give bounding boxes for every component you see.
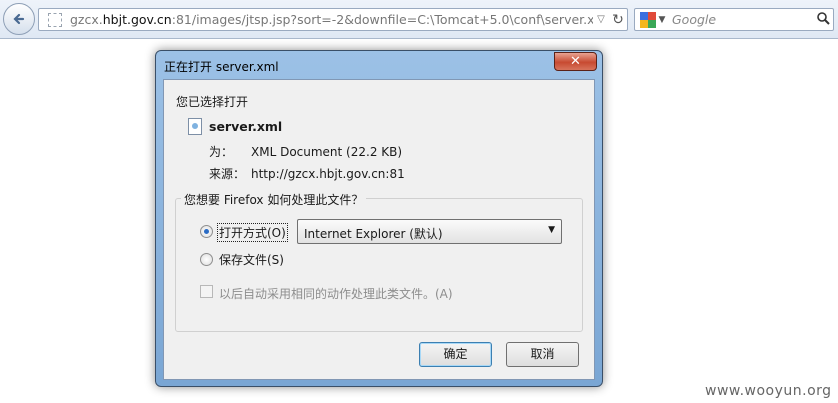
- file-source-row: 来源： http://gzcx.hbjt.gov.cn:81: [209, 165, 405, 182]
- file-type-row: 为： XML Document (22.2 KB): [209, 143, 402, 160]
- dropdown-icon[interactable]: ▽: [593, 14, 609, 25]
- type-key: 为：: [209, 145, 234, 159]
- cancel-button[interactable]: 取消: [506, 342, 579, 367]
- back-button[interactable]: [3, 3, 35, 35]
- open-file-dialog: 正在打开 server.xml ✕ 您已选择打开 server.xml 为： XM…: [155, 50, 603, 387]
- remember-checkbox[interactable]: [200, 285, 213, 298]
- site-icon: [48, 12, 62, 27]
- save-file-radio[interactable]: [200, 253, 213, 266]
- xml-file-icon: [188, 118, 202, 135]
- address-bar[interactable]: gzcx.hbjt.gov.cn:81/images/jtsp.jsp?sort…: [38, 8, 628, 31]
- dialog-title: 正在打开 server.xml: [164, 60, 279, 74]
- file-name: server.xml: [209, 119, 283, 134]
- dialog-body: 您已选择打开 server.xml 为： XML Document (22.2 K…: [163, 79, 595, 380]
- action-question: 您想要 Firefox 如何处理此文件？: [181, 191, 367, 208]
- watermark: www.wooyun.org: [705, 383, 832, 399]
- save-file-label[interactable]: 保存文件(S): [219, 251, 284, 268]
- search-engine-dropdown-icon[interactable]: ▼: [656, 15, 668, 25]
- type-value: XML Document (22.2 KB): [251, 145, 403, 159]
- dialog-titlebar[interactable]: 正在打开 server.xml ✕: [156, 51, 602, 79]
- remember-label[interactable]: 以后自动采用相同的动作处理此类文件。(A): [219, 285, 453, 302]
- reload-icon[interactable]: ↻: [609, 12, 627, 28]
- ok-button[interactable]: 确定: [419, 342, 492, 367]
- open-with-radio[interactable]: [200, 225, 213, 238]
- close-button[interactable]: ✕: [554, 52, 597, 71]
- opening-label: 您已选择打开: [176, 95, 249, 109]
- search-icon[interactable]: [813, 11, 833, 28]
- google-icon[interactable]: [640, 11, 656, 28]
- open-with-label[interactable]: 打开方式(O): [217, 223, 288, 242]
- source-value: http://gzcx.hbjt.gov.cn:81: [251, 167, 405, 181]
- search-bar[interactable]: ▼ Google: [634, 8, 834, 31]
- application-value: Internet Explorer (默认): [304, 227, 443, 241]
- back-arrow-icon: [13, 13, 25, 25]
- source-key: 来源：: [209, 167, 246, 181]
- browser-toolbar: gzcx.hbjt.gov.cn:81/images/jtsp.jsp?sort…: [0, 0, 838, 39]
- search-input[interactable]: Google: [672, 12, 813, 27]
- url-text[interactable]: gzcx.hbjt.gov.cn:81/images/jtsp.jsp?sort…: [70, 12, 593, 27]
- chevron-down-icon: ▼: [548, 225, 555, 235]
- application-select[interactable]: Internet Explorer (默认) ▼: [297, 219, 562, 244]
